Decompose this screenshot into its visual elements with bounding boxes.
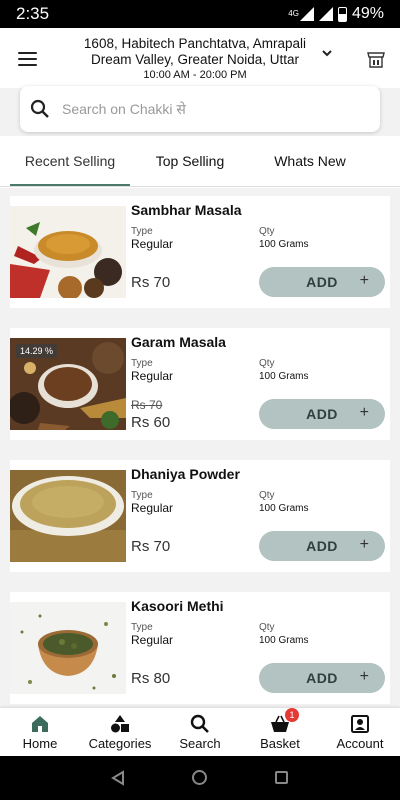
nav-label: Home — [22, 736, 58, 751]
delivery-address[interactable]: 1608, Habitech Panchtatva, Amrapali Drea… — [70, 36, 320, 83]
add-button[interactable]: ADD + — [259, 531, 385, 561]
recent-apps-icon[interactable] — [275, 771, 288, 784]
categories-icon — [111, 715, 129, 733]
type-label: Type — [131, 358, 153, 369]
type-value: Regular — [131, 237, 174, 251]
network-type: 4G — [288, 9, 299, 18]
status-time: 2:35 — [16, 4, 50, 23]
home-button-icon[interactable] — [192, 770, 207, 785]
status-icons: 4G 49% — [288, 5, 384, 23]
search-icon — [190, 714, 209, 733]
add-button[interactable]: ADD + — [259, 267, 385, 297]
nav-account[interactable]: Account — [320, 708, 400, 756]
product-card[interactable]: Kasoori Methi Type Regular Qty 100 Grams… — [10, 592, 390, 704]
menu-icon[interactable] — [18, 52, 37, 66]
add-label: ADD — [306, 274, 338, 290]
add-label: ADD — [306, 670, 338, 686]
nav-label: Account — [336, 736, 384, 751]
product-card[interactable]: 14.29 % Garam Masala Type Regular Qty 10… — [10, 328, 390, 440]
qty-value: 100 Grams — [259, 239, 309, 250]
type-label: Type — [131, 226, 153, 237]
product-image — [10, 206, 126, 298]
active-tab-indicator — [10, 184, 130, 186]
qty-label: Qty — [259, 358, 275, 369]
product-card[interactable]: Sambhar Masala Type Regular Qty 100 Gram… — [10, 196, 390, 308]
category-tabs: Recent Selling Top Selling Whats New I — [0, 136, 400, 188]
add-button[interactable]: ADD + — [259, 663, 385, 693]
nav-label: Search — [179, 736, 221, 751]
nav-categories[interactable]: Categories — [80, 708, 160, 756]
tab-top-selling[interactable]: Top Selling — [130, 136, 250, 186]
nav-label: Categories — [88, 736, 152, 751]
product-card[interactable]: Dhaniya Powder Type Regular Qty 100 Gram… — [10, 460, 390, 572]
product-name[interactable]: Sambhar Masala — [131, 202, 242, 218]
chevron-down-icon[interactable] — [320, 46, 334, 60]
add-label: ADD — [306, 538, 338, 554]
type-value: Regular — [131, 633, 174, 647]
qty-label: Qty — [259, 226, 275, 237]
nav-home[interactable]: Home — [0, 708, 80, 756]
type-value: Regular — [131, 369, 174, 383]
nav-basket[interactable]: 1 Basket — [240, 708, 320, 756]
address-line-1: 1608, Habitech Panchtatva, Amrapali — [83, 36, 307, 51]
address-line-2: Dream Valley, Greater Noida, Uttar — [90, 52, 300, 67]
qty-label: Qty — [259, 622, 275, 633]
tab-more[interactable]: I — [370, 136, 400, 186]
qty-value: 100 Grams — [259, 371, 309, 382]
system-navigation-bar — [0, 756, 400, 800]
product-name[interactable]: Dhaniya Powder — [131, 466, 240, 482]
product-price: Rs 70 — [131, 274, 171, 291]
product-price: Rs 80 — [131, 670, 171, 687]
product-name[interactable]: Kasoori Methi — [131, 598, 224, 614]
battery-icon — [337, 6, 347, 22]
signal-icon — [299, 7, 314, 21]
product-image — [10, 602, 126, 694]
type-label: Type — [131, 622, 153, 633]
product-price: Rs 70 — [131, 538, 171, 555]
type-label: Type — [131, 490, 153, 501]
basket-count-badge: 1 — [285, 708, 299, 722]
search-bar[interactable] — [20, 86, 380, 132]
add-button[interactable]: ADD + — [259, 399, 385, 429]
discount-badge: 14.29 % — [16, 344, 58, 358]
home-icon — [32, 716, 48, 732]
store-icon[interactable] — [366, 50, 386, 70]
search-icon — [30, 99, 49, 118]
battery-level: 49% — [351, 5, 384, 22]
plus-icon: + — [359, 668, 369, 685]
qty-label: Qty — [259, 490, 275, 501]
back-icon[interactable] — [110, 770, 126, 786]
tab-whats-new[interactable]: Whats New — [250, 136, 370, 186]
nav-search[interactable]: Search — [160, 708, 240, 756]
plus-icon: + — [359, 272, 369, 289]
app-header: 1608, Habitech Panchtatva, Amrapali Drea… — [0, 28, 400, 88]
search-input[interactable] — [62, 101, 352, 117]
original-price: Rs 70 — [131, 398, 163, 412]
plus-icon: + — [359, 404, 369, 421]
qty-value: 100 Grams — [259, 635, 309, 646]
product-image — [10, 470, 126, 562]
type-value: Regular — [131, 501, 174, 515]
add-label: ADD — [306, 406, 338, 422]
tab-divider — [0, 186, 400, 187]
store-hours: 10:00 AM - 20:00 PM — [143, 69, 247, 81]
plus-icon: + — [359, 536, 369, 553]
bottom-navigation: Home Categories Search 1 Basket Account — [0, 708, 400, 756]
account-icon — [351, 715, 369, 733]
product-price: Rs 60 — [131, 414, 171, 431]
product-name[interactable]: Garam Masala — [131, 334, 226, 350]
tab-recent-selling[interactable]: Recent Selling — [10, 136, 130, 186]
wifi-signal-icon — [318, 7, 333, 21]
nav-label: Basket — [260, 736, 300, 751]
qty-value: 100 Grams — [259, 503, 309, 514]
status-bar: 2:35 4G 49% — [0, 0, 400, 28]
